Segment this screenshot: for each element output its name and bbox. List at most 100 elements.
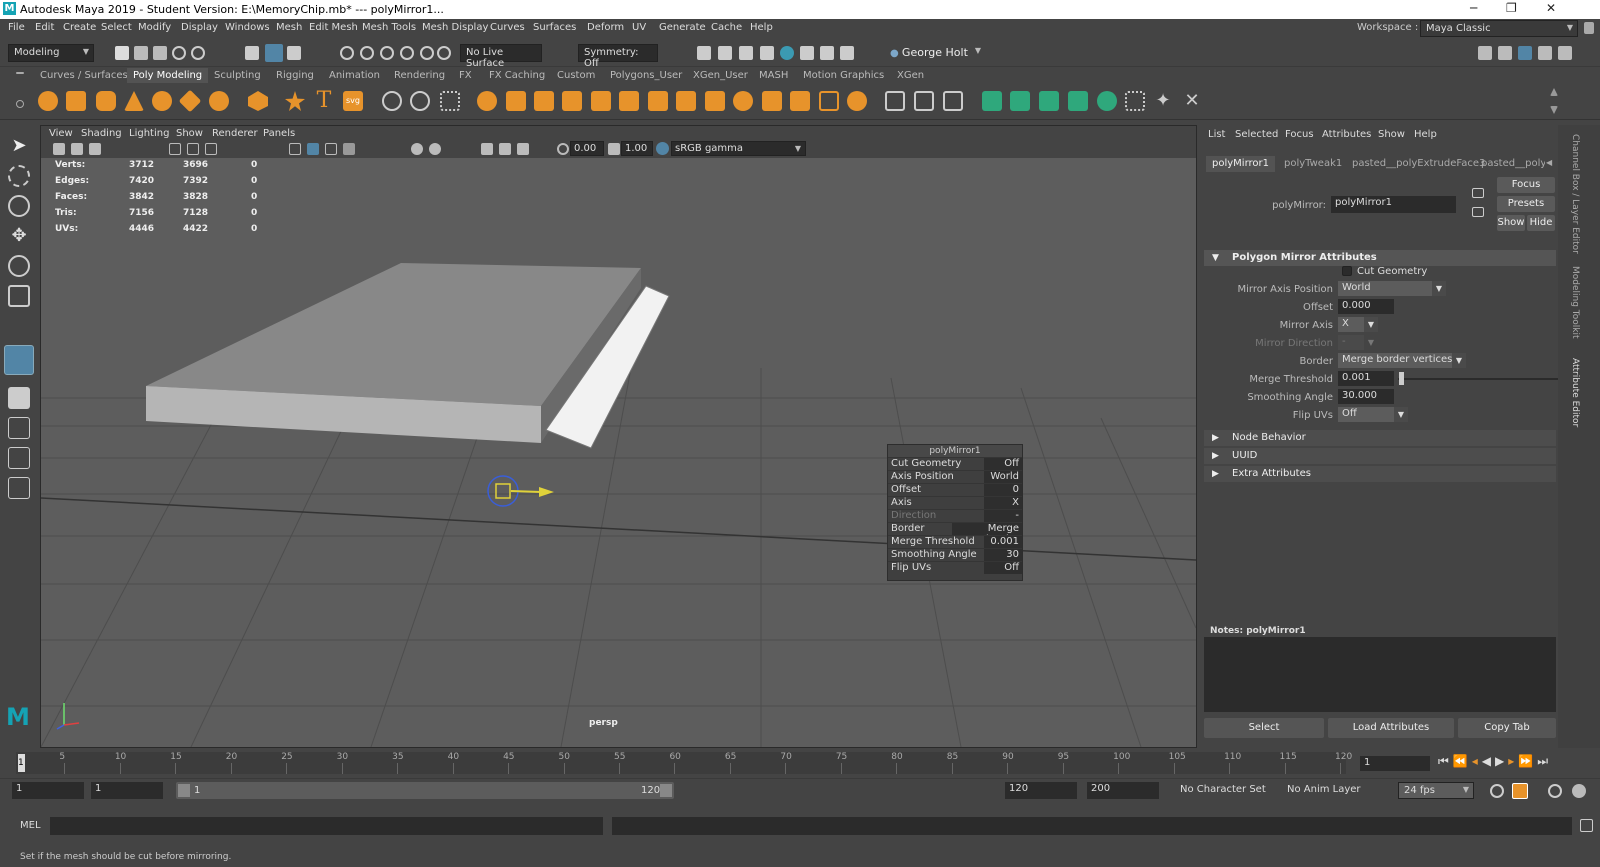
load-attributes-button[interactable]: Load Attributes xyxy=(1328,718,1454,738)
shelf-scroll-down-icon[interactable] xyxy=(1550,106,1558,114)
target-weld-icon[interactable] xyxy=(762,91,782,111)
cut-geometry-checkbox[interactable] xyxy=(1342,266,1352,276)
append-polygon-icon[interactable] xyxy=(562,91,582,111)
ae-menu-attributes[interactable]: Attributes xyxy=(1322,129,1371,140)
in-view-row[interactable]: Axis X xyxy=(888,496,1022,509)
shelf-tab-poly-modeling[interactable]: Poly Modeling xyxy=(127,68,209,83)
copy-tab-button[interactable]: Copy Tab xyxy=(1458,718,1556,738)
shelf-tab-fx[interactable]: FX xyxy=(459,70,472,81)
modeling-toolkit-toggle-icon[interactable] xyxy=(1478,46,1492,60)
poly-cylinder-icon[interactable] xyxy=(96,91,116,111)
bridge-icon[interactable] xyxy=(534,91,554,111)
lasso-tool-icon[interactable] xyxy=(8,165,30,187)
animation-preferences-icon[interactable] xyxy=(1548,784,1562,798)
bevel-icon[interactable] xyxy=(477,91,497,111)
menu-curves[interactable]: Curves xyxy=(490,22,525,33)
shelf-tab-sculpting[interactable]: Sculpting xyxy=(214,70,261,81)
pause-viewport-icon[interactable] xyxy=(840,46,854,60)
side-tab-modeling-toolkit[interactable]: Modeling Toolkit xyxy=(1570,266,1580,339)
shelf-tab-mash[interactable]: MASH xyxy=(759,70,788,81)
focus-output-icon[interactable] xyxy=(1472,207,1484,217)
merge-threshold-slider-handle[interactable] xyxy=(1399,372,1404,385)
flip-uvs-dropdown[interactable]: Off ▼ xyxy=(1338,407,1408,422)
play-forward-icon[interactable]: ▶ xyxy=(1495,754,1508,768)
snap-grid-icon[interactable] xyxy=(340,46,354,60)
camera-attributes-icon[interactable] xyxy=(71,143,83,155)
shelf-settings-icon[interactable] xyxy=(16,100,24,108)
menu-select[interactable]: Select xyxy=(101,22,132,33)
snap-view-icon[interactable] xyxy=(400,46,414,60)
playback-end-field[interactable]: 120 xyxy=(1005,782,1077,799)
shelf-tab-xgen[interactable]: XGen xyxy=(897,70,924,81)
shelf-tab-polygons-user[interactable]: Polygons_User xyxy=(610,70,682,81)
grid-icon[interactable] xyxy=(169,143,181,155)
poly-disc-icon[interactable] xyxy=(209,91,229,111)
viewport-menu-show[interactable]: Show xyxy=(176,128,203,139)
border-dropdown[interactable]: Merge border vertices ▼ xyxy=(1338,353,1466,368)
view-transform-dropdown[interactable]: sRGB gamma ▼ xyxy=(671,141,806,156)
perspective-viewport[interactable]: View Shading Lighting Show Renderer Pane… xyxy=(40,125,1197,748)
circularize-icon[interactable] xyxy=(733,91,753,111)
loop-icon[interactable] xyxy=(1490,784,1504,798)
menu-create[interactable]: Create xyxy=(63,22,96,33)
redo-icon[interactable] xyxy=(191,46,205,60)
wireframe-on-shaded-icon[interactable] xyxy=(325,143,337,155)
color-management-icon[interactable] xyxy=(656,142,669,155)
shadows-icon[interactable] xyxy=(411,143,423,155)
four-view-layout-icon[interactable] xyxy=(8,417,30,439)
isolate-select-icon[interactable] xyxy=(481,143,493,155)
smooth-icon[interactable] xyxy=(440,91,460,111)
menu-uv[interactable]: UV xyxy=(632,22,646,33)
ipr-render-icon[interactable] xyxy=(718,46,732,60)
lock-icon[interactable] xyxy=(1584,22,1594,34)
combine-icon[interactable] xyxy=(382,91,402,111)
viewport-menu-renderer[interactable]: Renderer xyxy=(212,128,258,139)
insert-edge-loop-icon[interactable] xyxy=(648,91,668,111)
merge-icon[interactable] xyxy=(705,91,725,111)
viewport-menu-lighting[interactable]: Lighting xyxy=(129,128,169,139)
current-frame-field[interactable]: 1 xyxy=(1360,756,1430,771)
ae-menu-selected[interactable]: Selected xyxy=(1235,129,1278,140)
poly-type-icon[interactable]: T xyxy=(314,90,334,112)
range-start-handle[interactable] xyxy=(178,784,190,797)
in-view-row[interactable]: BorderMerge border xyxy=(888,522,1022,545)
menu-surfaces[interactable]: Surfaces xyxy=(533,22,576,33)
shelf-tab-fx-caching[interactable]: FX Caching xyxy=(489,70,545,81)
channel-box-toggle-icon[interactable] xyxy=(1558,46,1572,60)
menu-edit[interactable]: Edit xyxy=(35,22,54,33)
shelf-tab-motion-graphics[interactable]: Motion Graphics xyxy=(803,70,884,81)
layout-uv-icon[interactable] xyxy=(1097,91,1117,111)
in-view-row[interactable]: Cut Geometry Off xyxy=(888,457,1022,470)
step-back-key-icon[interactable]: ⏪ xyxy=(1453,754,1472,768)
in-view-row[interactable]: Axis Position World xyxy=(888,470,1022,483)
merge-threshold-slider-track[interactable] xyxy=(1398,378,1562,380)
character-set-dropdown[interactable]: No Character Set xyxy=(1175,782,1275,799)
extra-attributes-section[interactable]: ▶ Extra Attributes xyxy=(1204,466,1556,482)
poly-super-shape-icon[interactable] xyxy=(285,91,305,111)
ae-menu-list[interactable]: List xyxy=(1208,129,1225,140)
select-uv-shell-icon[interactable] xyxy=(982,91,1002,111)
new-scene-icon[interactable] xyxy=(115,46,129,60)
shelf-menu-icon[interactable] xyxy=(16,72,24,74)
snap-rotate-icon[interactable] xyxy=(437,46,451,60)
persp-graph-layout-icon[interactable] xyxy=(8,447,30,469)
resolution-gate-icon[interactable] xyxy=(205,143,217,155)
poly-platonic-icon[interactable] xyxy=(248,91,268,111)
checker-icon[interactable] xyxy=(1125,91,1145,111)
shelf-tab-custom[interactable]: Custom xyxy=(557,70,595,81)
select-object-icon[interactable] xyxy=(265,44,283,62)
outliner-layout-icon[interactable] xyxy=(8,477,30,499)
focus-input-icon[interactable] xyxy=(1472,188,1484,198)
ae-tab-polytweak1[interactable]: polyTweak1 xyxy=(1278,156,1348,172)
polygon-mirror-attributes-section[interactable]: ▼ Polygon Mirror Attributes xyxy=(1204,250,1556,266)
select-hierarchy-icon[interactable] xyxy=(245,46,259,60)
in-view-row[interactable]: Flip UVs Off xyxy=(888,561,1022,574)
range-slider[interactable]: 1 120 xyxy=(176,782,674,799)
in-view-row[interactable]: Smoothing Angle 30 xyxy=(888,548,1022,561)
minimize-button[interactable]: ─ xyxy=(1470,1,1477,15)
node-behavior-section[interactable]: ▶ Node Behavior xyxy=(1204,430,1556,446)
notes-textarea[interactable] xyxy=(1204,637,1556,712)
script-editor-icon[interactable] xyxy=(1580,819,1593,832)
multi-cut-icon[interactable] xyxy=(619,91,639,111)
menu-generate[interactable]: Generate xyxy=(659,22,706,33)
